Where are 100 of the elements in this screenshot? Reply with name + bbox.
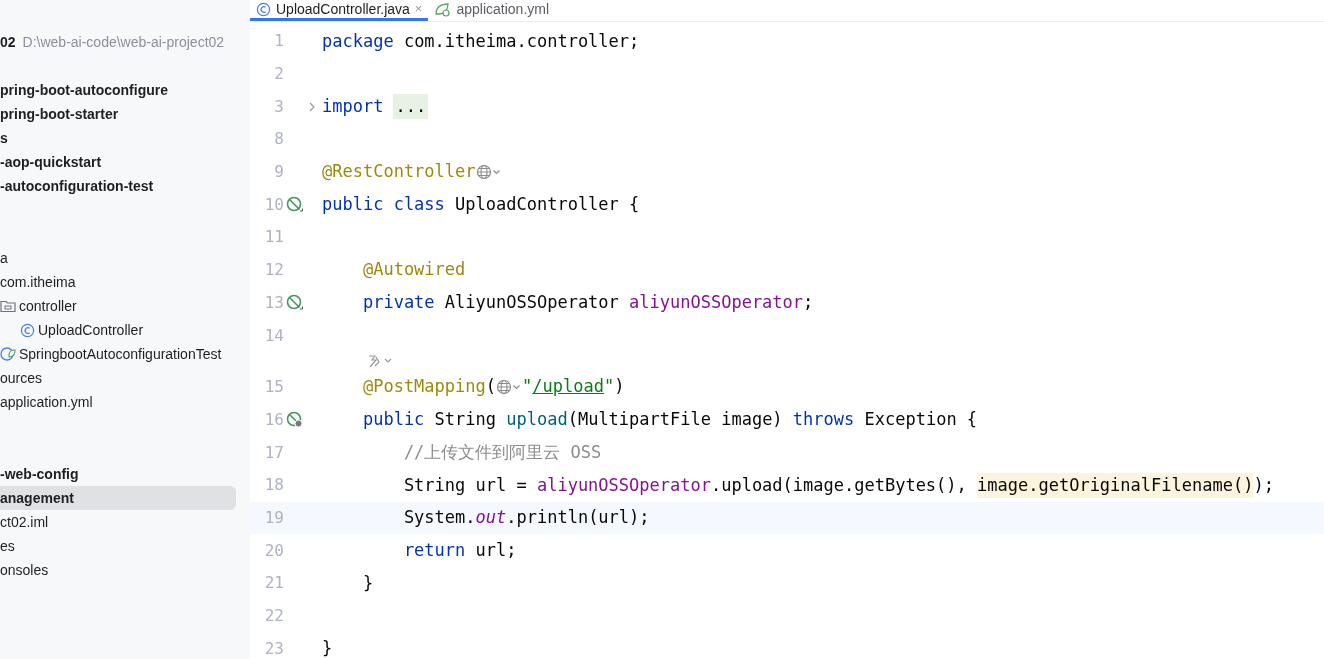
- line-number: 19: [263, 506, 284, 529]
- tree-item-label: -autoconfiguration-test: [0, 176, 154, 196]
- code-static-field: out: [475, 505, 507, 531]
- code-comment: //上传文件到阿里云 OSS: [402, 440, 602, 464]
- code-text: String: [433, 408, 497, 432]
- tree-item-label: ources: [0, 368, 43, 388]
- tree-item[interactable]: controller: [0, 294, 236, 318]
- code-text: url;: [474, 538, 517, 562]
- line-number: 23: [263, 637, 284, 659]
- tree-item[interactable]: ct02.iml: [0, 510, 236, 534]
- folded-imports[interactable]: ...: [393, 93, 429, 120]
- globe-dropdown-icon[interactable]: [496, 378, 522, 397]
- tree-item-label: pring-boot-autoconfigure: [0, 80, 168, 100]
- globe-dropdown-icon[interactable]: [475, 163, 502, 182]
- tree-item[interactable]: application.yml: [0, 390, 236, 414]
- line-number: 13: [263, 291, 284, 314]
- code-text: }: [361, 571, 374, 595]
- line-number: 8: [273, 128, 284, 151]
- code-text: );: [1253, 473, 1274, 497]
- code-keyword: import: [322, 94, 384, 118]
- tree-item[interactable]: -web-config: [0, 462, 236, 486]
- tree-item-label: es: [0, 536, 15, 556]
- code-text: (MultipartFile image): [567, 408, 784, 432]
- line-number: 9: [273, 161, 284, 184]
- code-text: ;: [803, 291, 814, 315]
- tree-item-label: a: [0, 248, 8, 268]
- line-number: 22: [263, 605, 284, 628]
- code-keyword: package: [322, 29, 394, 53]
- code-annotation: @PostMapping: [361, 375, 486, 399]
- tree-item-label: -aop-quickstart: [0, 152, 102, 172]
- tree-item[interactable]: 02 D:\web-ai-code\web-ai-project02: [0, 30, 236, 54]
- line-number: 2: [273, 63, 284, 86]
- project-path: D:\web-ai-code\web-ai-project02: [22, 32, 225, 52]
- code-keyword: public class: [322, 193, 445, 217]
- code-text: AliyunOSSOperator: [443, 291, 620, 315]
- line-number: 18: [263, 474, 284, 497]
- tree-item-label: s: [0, 128, 8, 148]
- folder-icon: [0, 299, 16, 313]
- line-number: 14: [263, 324, 284, 347]
- tree-item[interactable]: SpringbootAutoconfigurationTest: [0, 342, 236, 366]
- bean-icon[interactable]: [286, 195, 304, 214]
- code-annotation: @Autowired: [361, 258, 466, 282]
- tree-item[interactable]: s: [0, 126, 236, 150]
- tree-item-label: ct02.iml: [0, 512, 49, 532]
- code-field: aliyunOSSOperator: [536, 472, 711, 499]
- code-text: (: [485, 375, 496, 399]
- line-number: 20: [263, 539, 284, 562]
- line-number: 15: [263, 376, 284, 399]
- bean-icon[interactable]: [286, 410, 304, 429]
- code-text: .upload(image.getBytes(),: [710, 473, 968, 497]
- tree-item-label: onsoles: [0, 560, 49, 580]
- tree-item[interactable]: a: [0, 246, 236, 270]
- code-text: UploadController {: [454, 193, 640, 217]
- line-number: 16: [263, 408, 284, 431]
- code-text: com.itheima.controller;: [402, 29, 640, 53]
- tree-item[interactable]: pring-boot-starter: [0, 102, 236, 126]
- code-text: String url =: [402, 473, 528, 497]
- tree-item[interactable]: onsoles: [0, 558, 236, 582]
- tree-item-label: com.itheima: [0, 272, 76, 292]
- code-method: upload: [506, 408, 568, 432]
- line-number: 1: [273, 30, 284, 53]
- tree-item[interactable]: -autoconfiguration-test: [0, 174, 236, 198]
- tree-item[interactable]: es: [0, 534, 236, 558]
- code-text: .println(url);: [506, 506, 650, 530]
- expand-chevron-icon[interactable]: [308, 100, 316, 113]
- tree-item-label: -web-config: [0, 464, 79, 484]
- code-keyword: throws: [792, 408, 855, 432]
- tree-item-label: UploadController: [38, 320, 144, 340]
- class-icon: [20, 322, 35, 338]
- tree-item[interactable]: ources: [0, 366, 236, 390]
- tree-item-label: pring-boot-starter: [0, 104, 119, 124]
- tree-item[interactable]: anagement: [0, 486, 236, 510]
- code-field: aliyunOSSOperator: [629, 290, 804, 316]
- code-text: }: [322, 636, 333, 659]
- line-number: 3: [273, 95, 284, 118]
- endpoint-dropdown-icon[interactable]: [366, 353, 394, 370]
- code-keyword: public: [361, 408, 425, 432]
- editor-tab[interactable]: application.yml: [428, 0, 556, 21]
- code-string: ": [603, 375, 615, 399]
- line-number: 10: [263, 193, 284, 216]
- code-text: System.: [402, 506, 476, 530]
- tree-item[interactable]: com.itheima: [0, 270, 236, 294]
- code-string: ": [522, 375, 533, 399]
- code-keyword: return: [402, 538, 466, 562]
- tree-item-label: SpringbootAutoconfigurationTest: [19, 344, 222, 364]
- code-text: ): [614, 375, 625, 399]
- tree-item[interactable]: UploadController: [0, 318, 236, 342]
- tree-item[interactable]: pring-boot-autoconfigure: [0, 78, 236, 102]
- code-annotation: @RestController: [322, 160, 476, 184]
- code-link[interactable]: /upload: [532, 374, 604, 400]
- tree-item[interactable]: -aop-quickstart: [0, 150, 236, 174]
- editor-tab[interactable]: UploadController.java ×: [250, 0, 429, 21]
- tree-item-label: application.yml: [0, 392, 93, 412]
- code-text: Exception {: [863, 408, 978, 432]
- highlighted-code: image.getOriginalFilename(): [977, 472, 1254, 499]
- tree-item-label: anagement: [0, 488, 74, 508]
- code-keyword: private: [361, 291, 435, 315]
- tree-item-label: controller: [19, 296, 77, 316]
- line-number: 17: [263, 441, 284, 464]
- bean-icon[interactable]: [286, 293, 304, 312]
